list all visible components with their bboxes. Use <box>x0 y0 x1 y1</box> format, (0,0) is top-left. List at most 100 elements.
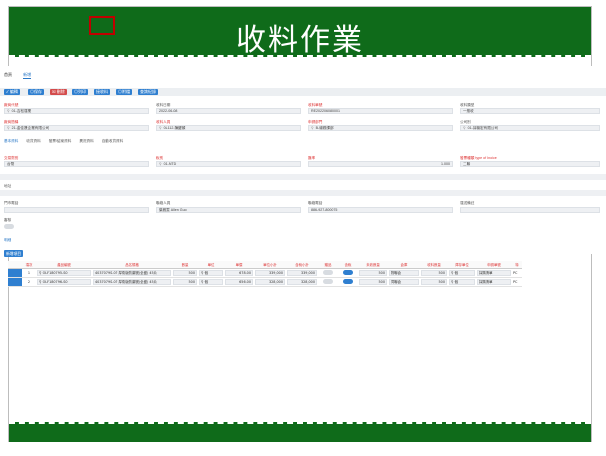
blank-row[interactable] <box>0 174 606 180</box>
search-icon: ⚲ <box>7 109 10 113</box>
cell-req-no[interactable]: 採購清單 <box>476 277 512 287</box>
memo-field[interactable] <box>0 190 606 196</box>
cell-req-no[interactable]: 採購清單 <box>476 268 512 278</box>
col-subtotal: 單位小計 <box>254 261 286 269</box>
phone-field[interactable]: 886-927-800075 <box>308 207 453 213</box>
cell-received[interactable]: 500 <box>420 277 448 287</box>
cell-qty[interactable]: 500 <box>172 277 198 287</box>
date-field[interactable]: 2022-06-08 <box>156 108 301 114</box>
cell-spec[interactable]: 4037079S-0? 厚衛版防磨號(全盛) 45片 <box>92 277 172 287</box>
row-handle[interactable] <box>8 268 22 278</box>
company-field[interactable]: ⚲ 01-耳機宏有限公司 <box>460 125 600 131</box>
cell-warehouse[interactable]: 同聯倉 <box>388 277 420 287</box>
table-row[interactable]: 1 ⚲ OLF180795-S0 4037079S-0? 厚衛版防磨號(全盛) … <box>8 268 522 278</box>
cell-code[interactable]: ⚲ OLF180796-S0 <box>36 277 92 287</box>
table-header: 項次 產品編號 品名規格 數量 單位 單價 單位小計 含稅小計 贈品 含稅 未收… <box>8 261 522 269</box>
cell-received[interactable]: 500 <box>420 268 448 278</box>
row-handle[interactable] <box>8 277 22 287</box>
app-screenshot: 首頁 新增 ✓ 編輯 ◎保存 ☒ 刪除 ◎列印 接收料 ◎附檔 查詢紀錄 廠商代… <box>0 66 606 254</box>
type-field[interactable]: 一般收 <box>460 108 600 114</box>
detail-table: 項次 產品編號 品名規格 數量 單位 單價 單位小計 含稅小計 贈品 含稅 未收… <box>8 261 522 287</box>
query-button[interactable]: 查詢紀錄 <box>138 89 158 95</box>
add-item-button[interactable]: 新增項目 <box>4 250 24 257</box>
search-icon: ⚲ <box>159 162 162 166</box>
tab-new[interactable]: 新增 <box>23 72 32 79</box>
vendor-name-field[interactable]: ⚲ 21-金佳晟企業有限公司 <box>4 125 149 131</box>
cell-tax[interactable] <box>338 268 358 278</box>
settle-label: 審核 <box>4 218 12 222</box>
col-gift: 贈品 <box>318 261 338 269</box>
cell-seq: 2 <box>22 277 36 287</box>
col-warehouse: 倉庫 <box>388 261 420 269</box>
cell-unit[interactable]: ⚲ 個 <box>198 277 224 287</box>
contact-field[interactable] <box>4 207 149 213</box>
order-no-field[interactable]: RE202206080001 <box>308 108 453 114</box>
phone-label: 聯絡電話 <box>308 201 323 205</box>
cell-warehouse[interactable]: 物聯倉 <box>388 268 420 278</box>
search-icon: ⚲ <box>463 126 466 130</box>
subtab-receive[interactable]: 收貨資料 <box>26 139 40 143</box>
search-icon: ⚲ <box>311 126 314 130</box>
subtab-invoice[interactable]: 發票/結案資料 <box>49 139 72 143</box>
cell-subtotal: 328,000 <box>254 277 286 287</box>
cell-price[interactable]: 678.00 <box>224 268 254 278</box>
cell-price[interactable]: 656.00 <box>224 277 254 287</box>
col-seq: 項次 <box>22 261 36 269</box>
col-stock-unit: 庫存單位 <box>448 261 476 269</box>
col-code: 產品編號 <box>36 261 92 269</box>
remark-field[interactable] <box>460 207 600 213</box>
tax-field[interactable]: ⚲ 01-NTD <box>156 161 301 167</box>
gift-toggle[interactable] <box>323 278 333 284</box>
subtab-auto[interactable]: 自動收貨資料 <box>102 139 124 143</box>
invoice-field[interactable]: 二聯 <box>460 161 600 167</box>
detail-section-label: 明細 <box>4 238 12 242</box>
col-price: 單價 <box>224 261 254 269</box>
col-tax: 含稅 <box>338 261 358 269</box>
cell-code[interactable]: ⚲ OLF180795-S0 <box>36 268 92 278</box>
cell-subtotal: 339,000 <box>254 268 286 278</box>
attach-button[interactable]: ◎附檔 <box>116 89 132 95</box>
settle-toggle[interactable] <box>4 224 14 229</box>
gift-toggle[interactable] <box>323 269 333 275</box>
cell-stock-unit[interactable]: ⚲ 個 <box>448 277 476 287</box>
cell-seq: 1 <box>22 268 36 278</box>
col-qty: 數量 <box>172 261 198 269</box>
cell-gift[interactable] <box>318 268 338 278</box>
receiver-field[interactable]: ⚲ 0L112-陳鍵頓 <box>156 125 301 131</box>
cell-extra: PC <box>512 277 522 287</box>
highlight-box <box>89 16 115 35</box>
cell-stock-unit[interactable]: ⚲ 個 <box>448 268 476 278</box>
cell-gift[interactable] <box>318 277 338 287</box>
cell-spec[interactable]: 4037079S-0? 厚衛版防磨號(全盛) 45片 <box>92 268 172 278</box>
print-button[interactable]: ◎列印 <box>72 89 88 95</box>
edit-button[interactable]: ✓ 編輯 <box>4 89 20 95</box>
cell-pending: 500 <box>358 277 388 287</box>
col-spec: 品名規格 <box>92 261 172 269</box>
search-icon: ⚲ <box>7 126 10 130</box>
cell-tax[interactable] <box>338 277 358 287</box>
rate-field[interactable]: 1.000 <box>308 161 453 167</box>
currency-field[interactable]: 台幣 <box>4 161 149 167</box>
tax-toggle[interactable] <box>343 269 353 275</box>
sub-tabs: 基本資料 收貨資料 發票/結案資料 異況資料 自動收貨資料 <box>4 139 130 144</box>
col-pending: 未收數量 <box>358 261 388 269</box>
vendor-field[interactable]: ⚲ 01-吉松運業 <box>4 108 149 114</box>
search-icon: ⚲ <box>159 126 162 130</box>
tab-home[interactable]: 首頁 <box>4 72 12 77</box>
delete-button[interactable]: ☒ 刪除 <box>50 89 67 95</box>
tax-toggle[interactable] <box>343 278 353 284</box>
table-row[interactable]: 2 ⚲ OLF180796-S0 4037079S-0? 厚衛版防磨號(全盛) … <box>8 277 522 287</box>
toolbar: ✓ 編輯 ◎保存 ☒ 刪除 ◎列印 接收料 ◎附檔 查詢紀錄 <box>0 88 606 96</box>
receive-button[interactable]: 接收料 <box>94 89 110 95</box>
cell-pending: 500 <box>358 268 388 278</box>
subtab-basic[interactable]: 基本資料 <box>4 139 18 143</box>
cell-qty[interactable]: 500 <box>172 268 198 278</box>
dept-field[interactable]: ⚲ B-總務課部 <box>308 125 453 131</box>
cell-taxed: 328,000 <box>286 277 318 287</box>
top-nav: 首頁 新增 <box>4 72 41 79</box>
col-rowhead <box>8 261 22 269</box>
save-button[interactable]: ◎保存 <box>28 89 44 95</box>
cell-unit[interactable]: ⚲ 個 <box>198 268 224 278</box>
person-field[interactable]: 葉雅雯 Allen Guo <box>156 207 301 213</box>
subtab-abnormal[interactable]: 異況資料 <box>79 139 93 143</box>
